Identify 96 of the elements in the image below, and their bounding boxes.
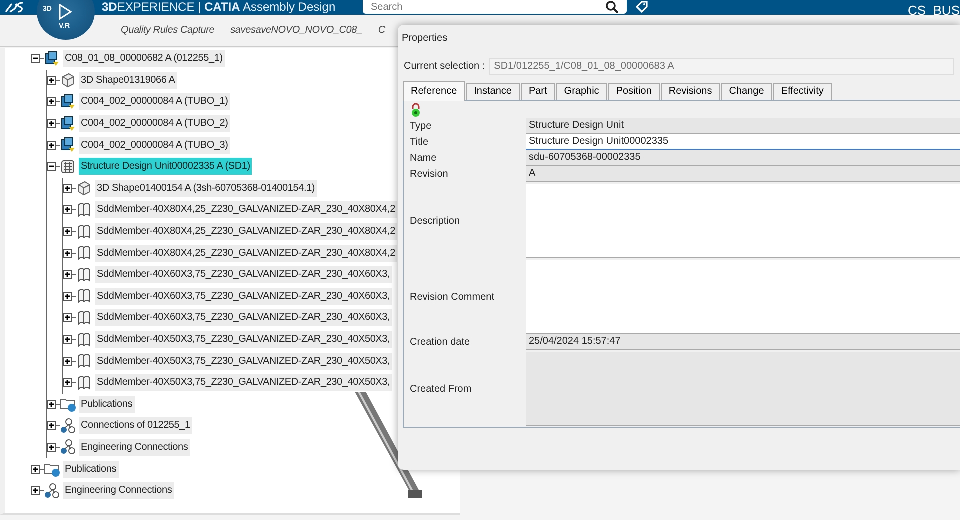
product-icon bbox=[44, 50, 60, 67]
tree-item[interactable]: Structure Design Unit00002335 A (SD1) bbox=[79, 158, 252, 176]
tree-item[interactable]: SddMember-40X80X4,25_Z230_GALVANIZED-ZAR_230_40X80X4,2 bbox=[95, 223, 398, 240]
expand-icon[interactable] bbox=[62, 248, 76, 259]
tree-item[interactable]: SddMember-40X60X3,75_Z230_GALVANIZED-ZAR_230_40X60X3, bbox=[95, 266, 392, 284]
lock-icon bbox=[409, 103, 423, 118]
document-tab[interactable]: C bbox=[378, 23, 386, 38]
expand-icon[interactable] bbox=[46, 140, 60, 151]
field-label: Created From bbox=[409, 382, 473, 397]
play-icon bbox=[58, 4, 73, 20]
profile-icon bbox=[76, 374, 92, 391]
expand-icon[interactable] bbox=[46, 96, 60, 108]
user-name: CS_BUS bbox=[908, 2, 960, 20]
text-field[interactable]: 25/04/2024 15:57:47 bbox=[526, 334, 960, 350]
field-label: Current selection : bbox=[404, 60, 486, 74]
profile-icon bbox=[76, 266, 92, 283]
tree-item[interactable]: Engineering Connections bbox=[63, 482, 174, 500]
search-field[interactable]: Search bbox=[363, 0, 627, 14]
expand-icon[interactable] bbox=[62, 226, 76, 238]
field-label: Creation date bbox=[409, 336, 472, 350]
field-label: Type bbox=[409, 120, 433, 134]
profile-icon bbox=[76, 245, 92, 262]
expand-icon[interactable] bbox=[62, 377, 76, 388]
expand-icon[interactable] bbox=[62, 334, 76, 346]
shape-icon bbox=[60, 72, 76, 88]
tree-item[interactable]: 3D Shape01319066 A bbox=[79, 72, 178, 89]
tree-item[interactable]: Publications bbox=[63, 460, 119, 478]
properties-tab[interactable]: Change bbox=[721, 83, 772, 100]
text-field[interactable]: sdu-60705368-00002335 bbox=[526, 150, 960, 166]
profile-icon bbox=[76, 202, 92, 218]
expand-icon[interactable] bbox=[46, 74, 60, 86]
tree-item[interactable]: C08_01_08_00000682 A (012255_1) bbox=[63, 50, 225, 68]
logo-icon bbox=[4, 1, 26, 14]
expand-icon[interactable] bbox=[30, 485, 44, 496]
network-icon bbox=[60, 418, 76, 434]
tree-item[interactable]: SddMember-40X50X3,75_Z230_GALVANIZED-ZAR_230_40X50X3, bbox=[95, 331, 392, 348]
tree-item[interactable]: SddMember-40X80X4,25_Z230_GALVANIZED-ZAR_230_40X80X4,2 bbox=[95, 244, 398, 262]
field-label: Description bbox=[409, 214, 462, 229]
network-icon bbox=[44, 482, 60, 499]
expand-icon[interactable] bbox=[46, 442, 60, 453]
text-field[interactable]: A bbox=[526, 166, 960, 182]
profile-icon bbox=[76, 288, 92, 304]
tree-item[interactable]: SddMember-40X60X3,75_Z230_GALVANIZED-ZAR_230_40X60X3, bbox=[95, 288, 392, 305]
tree-item[interactable]: SddMember-40X50X3,75_Z230_GALVANIZED-ZAR_230_40X50X3, bbox=[95, 352, 392, 370]
shape-icon bbox=[76, 180, 92, 196]
tree-item[interactable]: 3D Shape01400154 A (3sh-60705368-01400154.1) bbox=[95, 180, 318, 197]
properties-tab[interactable]: Effectivity bbox=[773, 83, 832, 100]
tree-item[interactable]: Publications bbox=[79, 396, 135, 413]
field-label: Name bbox=[409, 152, 438, 166]
tree-item[interactable]: Connections of 012255_1 bbox=[79, 417, 192, 434]
collapse-icon[interactable] bbox=[30, 53, 44, 64]
expand-icon[interactable] bbox=[62, 356, 76, 367]
document-tab[interactable]: Quality Rules Capture bbox=[121, 23, 215, 38]
tag-icon[interactable] bbox=[636, 1, 648, 13]
expand-icon[interactable] bbox=[46, 118, 60, 130]
tree-item[interactable]: C004_002_00000084 A (TUBO_3) bbox=[79, 136, 230, 154]
properties-tab[interactable]: Instance bbox=[466, 83, 520, 100]
product-icon bbox=[60, 116, 76, 132]
expand-icon[interactable] bbox=[62, 204, 76, 216]
product-icon bbox=[60, 137, 76, 154]
profile-icon bbox=[76, 332, 92, 348]
tree-item[interactable]: C004_002_00000084 A (TUBO_2) bbox=[79, 115, 230, 132]
profile-icon bbox=[76, 353, 92, 370]
tree-item[interactable]: SddMember-40X50X3,75_Z230_GALVANIZED-ZAR_230_40X50X3, bbox=[95, 374, 392, 392]
expand-icon[interactable] bbox=[30, 464, 44, 475]
field-label: Revision bbox=[409, 168, 450, 182]
expand-icon[interactable] bbox=[46, 398, 60, 410]
expand-icon[interactable] bbox=[62, 312, 76, 324]
expand-icon[interactable] bbox=[46, 420, 60, 432]
expand-icon[interactable] bbox=[62, 290, 76, 302]
profile-icon bbox=[76, 224, 92, 240]
properties-tab[interactable]: Revisions bbox=[660, 83, 720, 100]
search-icon bbox=[606, 1, 619, 14]
app-title: 3DEXPERIENCE | CATIA Assembly Design bbox=[102, 0, 336, 14]
network-icon bbox=[60, 439, 76, 456]
product-icon bbox=[60, 94, 76, 110]
properties-tab[interactable]: Part bbox=[520, 83, 556, 100]
properties-tab[interactable]: Graphic bbox=[556, 83, 608, 100]
expand-icon[interactable] bbox=[62, 182, 76, 194]
field-label: Revision Comment bbox=[409, 290, 496, 305]
selection-field: SD1/012255_1/C08_01_08_00000683 A bbox=[489, 58, 954, 75]
profile-icon bbox=[76, 310, 92, 326]
tree-item[interactable]: Engineering Connections bbox=[79, 438, 190, 456]
properties-tab[interactable]: Reference bbox=[403, 81, 466, 101]
expand-icon[interactable] bbox=[62, 269, 76, 280]
text-field[interactable]: Structure Design Unit bbox=[526, 118, 960, 134]
tree-item[interactable]: C004_002_00000084 A (TUBO_1) bbox=[79, 93, 230, 110]
collapse-icon[interactable] bbox=[46, 161, 60, 172]
field-label: Title bbox=[409, 136, 430, 150]
document-tab[interactable]: savesaveNOVO_NOVO_C08_ bbox=[230, 23, 362, 38]
dialog-title: Properties bbox=[401, 32, 449, 46]
grid-icon bbox=[60, 158, 76, 175]
text-field[interactable]: Structure Design Unit00002335 bbox=[526, 134, 960, 150]
tree-item[interactable]: SddMember-40X80X4,25_Z230_GALVANIZED-ZAR_230_40X80X4,2 bbox=[95, 201, 398, 218]
properties-tab[interactable]: Position bbox=[608, 83, 660, 100]
tree-item[interactable]: SddMember-40X60X3,75_Z230_GALVANIZED-ZAR_230_40X60X3, bbox=[95, 309, 392, 326]
